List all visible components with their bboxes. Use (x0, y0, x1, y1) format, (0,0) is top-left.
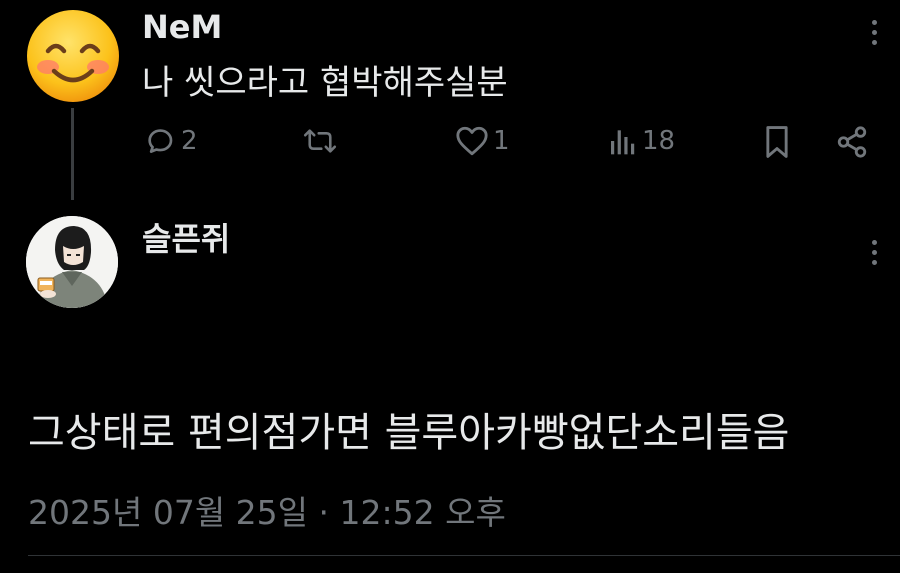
thread-connector-line (71, 108, 74, 200)
retweet-button[interactable] (302, 125, 342, 157)
reply-text: 그상태로 편의점가면 블루아카빵없단소리들음 (28, 410, 790, 456)
like-button[interactable]: 1 (455, 125, 510, 157)
views-count: 18 (642, 126, 676, 156)
avatar-nem[interactable] (26, 9, 120, 103)
bookmark-button[interactable] (762, 125, 792, 159)
character-avatar-icon (26, 216, 118, 308)
smiling-face-emoji-icon (27, 10, 119, 102)
tweet-author-name[interactable]: NeM (142, 8, 222, 46)
like-count: 1 (493, 126, 510, 156)
share-icon (837, 126, 867, 158)
more-icon[interactable] (869, 20, 879, 45)
avatar-reply-author[interactable] (26, 216, 118, 308)
comment-icon (148, 129, 173, 153)
reply-count: 2 (181, 126, 198, 156)
more-icon[interactable] (869, 240, 879, 265)
share-button[interactable] (835, 125, 869, 159)
reply-author-name[interactable]: 슬픈쥐 (142, 214, 230, 260)
tweet-text: 나 씻으라고 협박해주실분 (142, 63, 508, 103)
bookmark-icon (766, 126, 788, 158)
views-icon (611, 130, 635, 155)
divider (28, 555, 900, 556)
heart-icon (456, 126, 488, 156)
retweet-icon (303, 129, 337, 153)
views-button[interactable]: 18 (608, 125, 675, 157)
reply-button[interactable]: 2 (145, 125, 198, 157)
reply-timestamp[interactable]: 2025년 07월 25일 · 12:52 오후 (28, 486, 506, 534)
tweet-actions-bar: 2 1 18 (145, 125, 875, 167)
